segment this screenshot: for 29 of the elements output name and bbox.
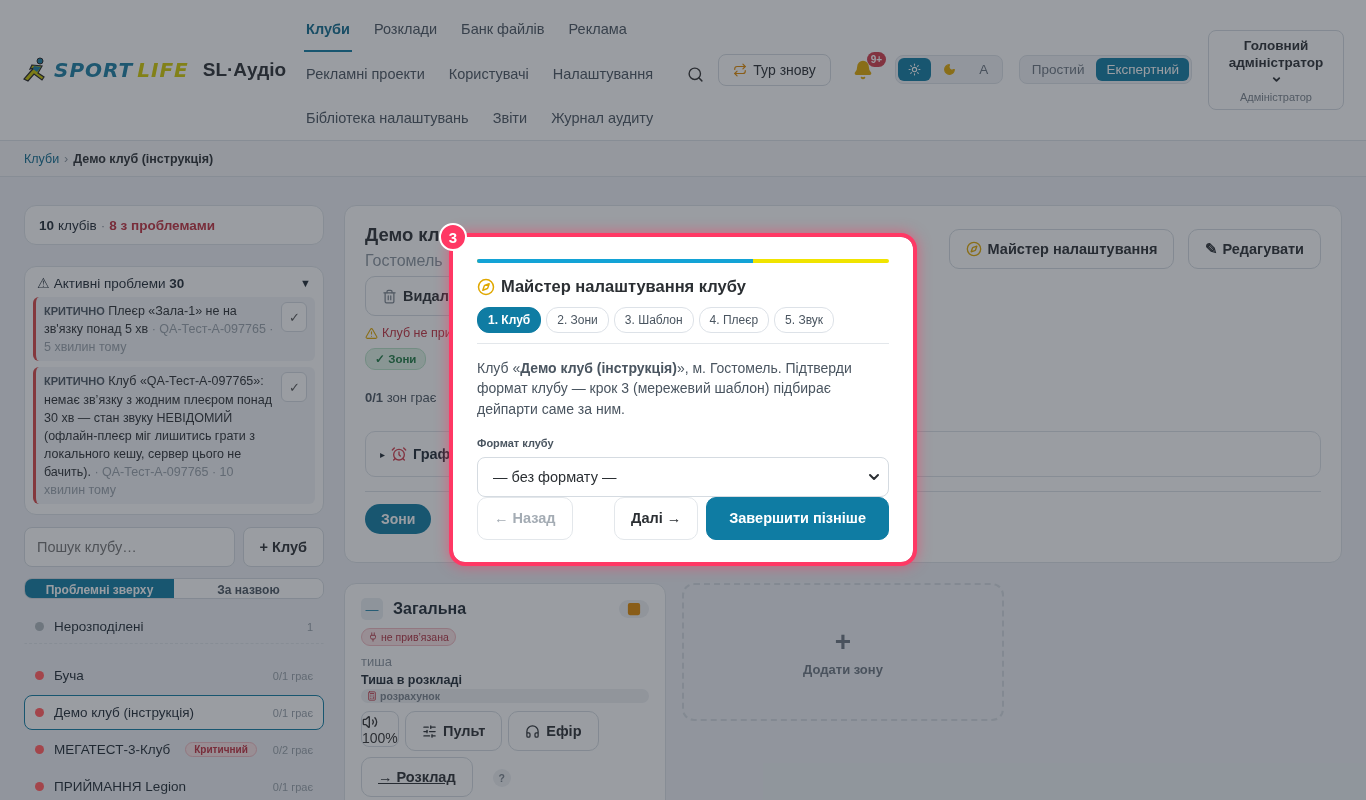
breadcrumb-current: Демо клуб (інструкція) bbox=[73, 151, 214, 166]
app-name: SL·Аудіо bbox=[202, 59, 287, 81]
source-bar: розрахунок bbox=[361, 689, 649, 703]
dialog-text: Клуб «Демо клуб (інструкція)», м. Гостомель. Підтверди формат клубу — крок 3 (мережевий шаблон) підбирає дейпарти саме за ним. bbox=[477, 359, 853, 419]
zone-schedule: Тиша в розкладі bbox=[361, 673, 463, 687]
logo-text: LIFE bbox=[137, 58, 189, 82]
breadcrumb-separator: › bbox=[64, 151, 69, 166]
summary-separator: · bbox=[100, 217, 106, 233]
binding-tag: не прив’язана bbox=[361, 628, 456, 646]
club-name: МЕГАТЕСТ-3-Клуб bbox=[54, 742, 172, 757]
zone-state: тиша bbox=[361, 654, 393, 669]
problems-count: 8 з проблемами bbox=[109, 217, 215, 233]
club-title: Демо кл bbox=[365, 224, 441, 246]
logo-text: SPORT bbox=[54, 58, 134, 82]
zone-name: Загальна bbox=[393, 600, 468, 618]
severity-tag: Критичний bbox=[185, 742, 257, 757]
club-count: 10 bbox=[39, 217, 55, 233]
status-chip: ✓ Зони bbox=[365, 348, 427, 370]
notification-badge: 9+ bbox=[866, 52, 887, 67]
club-name: Нерозподілені bbox=[54, 619, 145, 634]
club-name: ПРИЙМАННЯ Legion bbox=[54, 779, 187, 794]
club-count-label: клубів bbox=[58, 217, 97, 233]
caret-icon: ▼ bbox=[300, 277, 311, 289]
dialog-title: Майстер налаштування клубу bbox=[477, 277, 889, 296]
playing-count: 0/1 зон грає bbox=[365, 390, 437, 405]
club-name: Демо клуб (інструкція) bbox=[54, 705, 195, 720]
field-label: Формат клубу bbox=[477, 436, 555, 449]
club-city: Гостомель bbox=[365, 252, 443, 270]
club-name: Буча bbox=[54, 668, 85, 683]
